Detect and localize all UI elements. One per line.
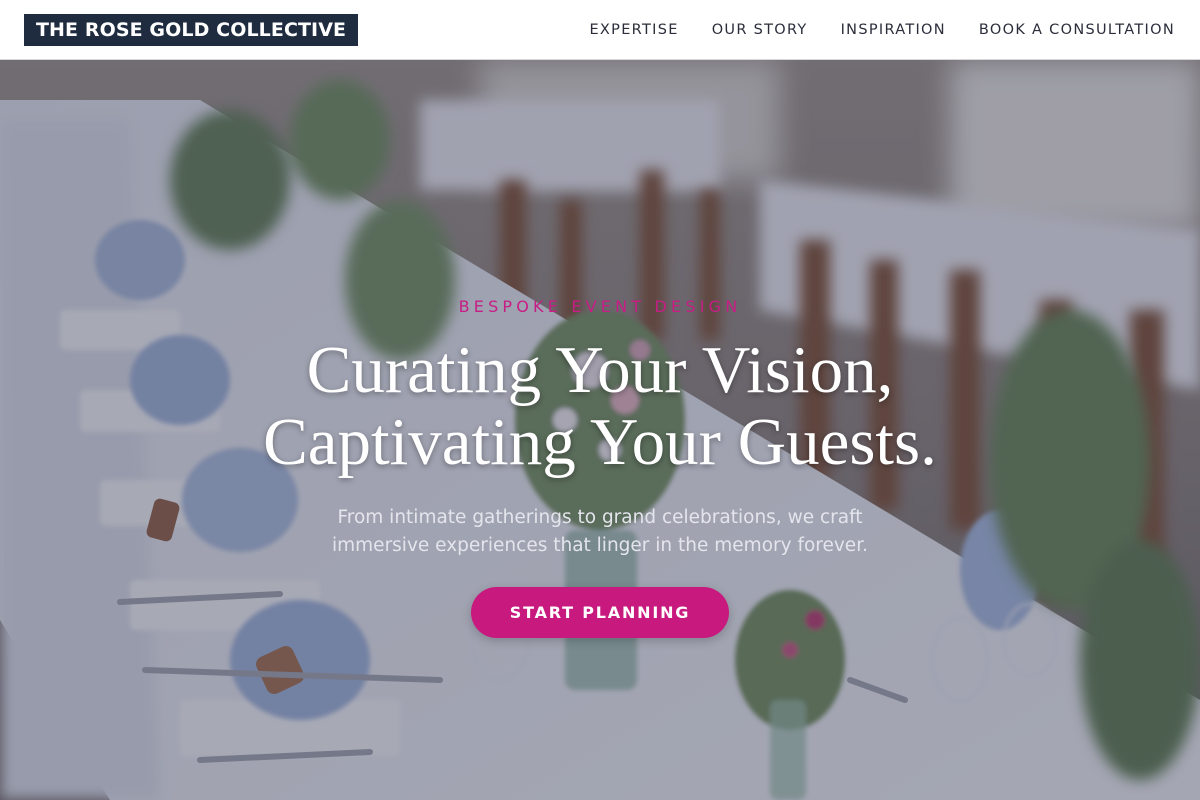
nav-link-inspiration[interactable]: INSPIRATION bbox=[841, 22, 946, 38]
hero-headline: Curating Your Vision, Captivating Your G… bbox=[0, 334, 1200, 478]
hero-section: BESPOKE EVENT DESIGN Curating Your Visio… bbox=[0, 60, 1200, 800]
hero-subheading-line-1: From intimate gatherings to grand celebr… bbox=[337, 507, 863, 528]
hero-headline-line-1: Curating Your Vision, bbox=[306, 333, 894, 407]
hero-subheading-line-2: immersive experiences that linger in the… bbox=[332, 535, 868, 556]
nav-link-our-story[interactable]: OUR STORY bbox=[712, 22, 808, 38]
hero-headline-line-2: Captivating Your Guests. bbox=[263, 405, 937, 479]
hero-content: BESPOKE EVENT DESIGN Curating Your Visio… bbox=[0, 60, 1200, 800]
site-header: THE ROSE GOLD COLLECTIVE EXPERTISE OUR S… bbox=[0, 0, 1200, 60]
hero-subheading: From intimate gatherings to grand celebr… bbox=[0, 504, 1200, 560]
main-nav: EXPERTISE OUR STORY INSPIRATION BOOK A C… bbox=[589, 0, 1175, 60]
nav-link-expertise[interactable]: EXPERTISE bbox=[589, 22, 678, 38]
hero-eyebrow: BESPOKE EVENT DESIGN bbox=[458, 297, 742, 316]
start-planning-button[interactable]: START PLANNING bbox=[471, 587, 729, 638]
nav-link-book-consultation[interactable]: BOOK A CONSULTATION bbox=[979, 22, 1175, 38]
brand-logo[interactable]: THE ROSE GOLD COLLECTIVE bbox=[24, 14, 359, 46]
